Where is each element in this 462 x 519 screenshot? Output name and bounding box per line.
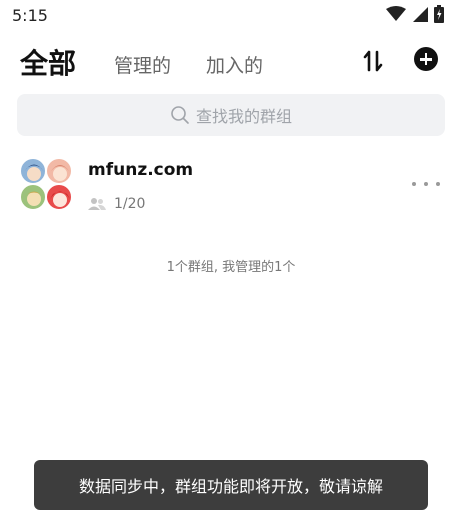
signal-icon <box>413 7 428 22</box>
people-icon <box>88 198 106 210</box>
member-info: 1/20 <box>88 196 145 212</box>
group-summary: 1个群组, 我管理的1个 <box>166 260 296 275</box>
dot <box>424 182 428 186</box>
status-bar: 5:15 <box>0 0 462 30</box>
tab-managed[interactable]: 管理的 <box>114 51 171 78</box>
member-count: 1/20 <box>114 196 146 212</box>
status-icons <box>386 5 444 23</box>
member-avatar <box>20 158 46 184</box>
header: 全部 管理的 加入的 <box>0 38 462 82</box>
toast-message: 数据同步中，群组功能即将开放，敬请谅解 <box>34 460 428 510</box>
tab-joined[interactable]: 加入的 <box>206 51 263 78</box>
member-avatar <box>46 158 72 184</box>
tab-all[interactable]: 全部 <box>20 42 76 82</box>
dot <box>436 182 440 186</box>
search-icon <box>171 106 189 124</box>
member-avatar <box>46 184 72 210</box>
sort-icon[interactable] <box>360 48 390 74</box>
group-list-item[interactable]: mfunz.com 1/20 <box>0 152 462 226</box>
search-bar[interactable]: 查找我的群组 <box>17 94 445 136</box>
battery-icon <box>434 5 444 23</box>
group-avatar <box>20 158 72 210</box>
status-time: 5:15 <box>12 6 48 25</box>
group-name: mfunz.com <box>88 160 194 180</box>
more-dots-icon[interactable] <box>412 178 440 190</box>
member-avatar <box>20 184 46 210</box>
wifi-icon <box>386 6 406 21</box>
add-circle-icon[interactable] <box>414 47 438 71</box>
search-placeholder: 查找我的群组 <box>195 107 292 126</box>
dot <box>412 182 416 186</box>
